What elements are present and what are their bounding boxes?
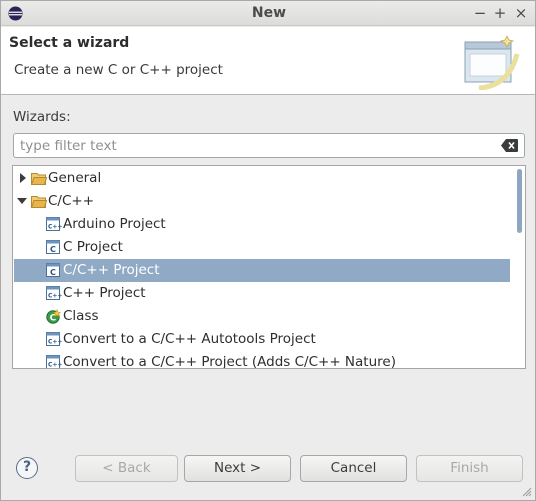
cpp-project-icon: C	[46, 263, 60, 277]
cpp-project-icon: C++	[46, 332, 62, 346]
next-button[interactable]: Next >	[184, 455, 291, 482]
tree-item-arduino-project[interactable]: C++ Arduino Project	[14, 213, 510, 236]
tree-item-class[interactable]: C Class	[14, 305, 510, 328]
expand-arrow-icon[interactable]	[20, 173, 26, 183]
svg-text:C++: C++	[48, 224, 62, 231]
c-project-icon: C	[46, 240, 60, 254]
tree-item-label: General	[48, 170, 102, 186]
finish-button[interactable]: Finish	[416, 455, 523, 482]
tree-item-c-cpp-project[interactable]: C C/C++ Project	[14, 259, 510, 282]
folder-icon	[31, 173, 47, 185]
new-wizard-dialog: New − + × Select a wizard Create a new C…	[0, 0, 536, 501]
tree-item-general[interactable]: General	[14, 167, 510, 190]
tree-item-label: Convert to a C/C++ Project (Adds C/C++ N…	[63, 354, 396, 369]
class-icon: C	[46, 309, 62, 324]
tree-item-label: Arduino Project	[63, 216, 166, 232]
help-button[interactable]: ?	[16, 457, 38, 479]
wizards-label: Wizards:	[13, 109, 71, 125]
page-title: Select a wizard	[9, 35, 130, 51]
svg-text:C: C	[50, 245, 56, 254]
svg-text:C++: C++	[48, 339, 62, 346]
tree-item-label: C/C++ Project	[63, 262, 160, 278]
cpp-project-icon: C++	[46, 355, 62, 369]
svg-text:C++: C++	[48, 293, 62, 300]
tree-item-label: C/C++	[48, 193, 95, 209]
filter-input[interactable]	[20, 137, 490, 155]
cancel-button[interactable]: Cancel	[300, 455, 407, 482]
svg-text:C++: C++	[48, 362, 62, 369]
scrollbar-thumb[interactable]	[517, 169, 522, 233]
maximize-icon[interactable]: +	[491, 3, 509, 23]
wizard-header: Select a wizard Create a new C or C++ pr…	[1, 27, 535, 95]
tree-item-c-project[interactable]: C C Project	[14, 236, 510, 259]
svg-text:C: C	[50, 268, 56, 277]
folder-open-icon	[31, 196, 47, 208]
tree-item-convert-autotools[interactable]: C++ Convert to a C/C++ Autotools Project	[14, 328, 510, 351]
tree-item-label: C Project	[63, 239, 123, 255]
clear-filter-icon[interactable]	[501, 139, 518, 152]
tree-item-label: Class	[63, 308, 99, 324]
tree-item-convert-cpp-nature[interactable]: C++ Convert to a C/C++ Project (Adds C/C…	[14, 351, 510, 369]
tree-item-cpp-project[interactable]: C++ C++ Project	[14, 282, 510, 305]
tree-item-c-cpp[interactable]: C/C++	[14, 190, 510, 213]
back-button[interactable]: < Back	[75, 455, 178, 482]
wizard-tree[interactable]: General C/C++ C++ Arduino Project C C Pr…	[12, 165, 526, 369]
collapse-arrow-icon[interactable]	[17, 198, 27, 204]
vertical-scrollbar[interactable]	[510, 166, 525, 368]
resize-grip-icon[interactable]	[522, 487, 532, 497]
cpp-project-icon: C++	[46, 286, 62, 300]
window-title: New	[251, 5, 287, 21]
filter-field[interactable]	[13, 133, 525, 158]
page-description: Create a new C or C++ project	[14, 62, 223, 78]
tree-item-label: Convert to a C/C++ Autotools Project	[63, 331, 316, 347]
minimize-icon[interactable]: −	[471, 3, 489, 23]
title-bar[interactable]: New − + ×	[1, 1, 535, 26]
cpp-project-icon: C++	[46, 217, 62, 231]
tree-item-label: C++ Project	[63, 285, 146, 301]
new-wizard-banner-icon	[464, 36, 520, 90]
close-icon[interactable]: ×	[512, 3, 530, 23]
